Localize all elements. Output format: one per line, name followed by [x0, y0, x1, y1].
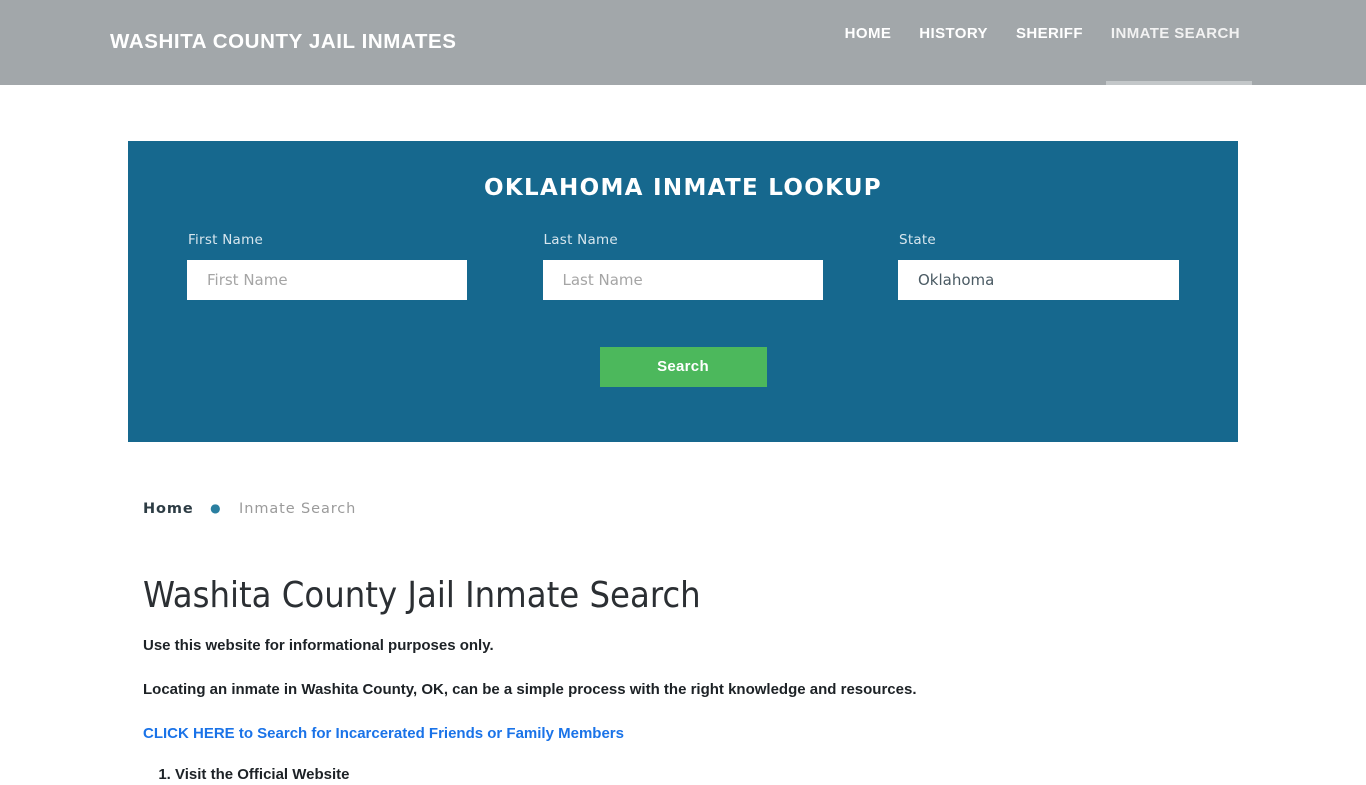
breadcrumb-home-link[interactable]: Home — [143, 501, 194, 517]
submit-row: Search — [128, 346, 1238, 387]
first-name-input[interactable] — [187, 259, 467, 300]
first-name-field-group: First Name — [187, 232, 467, 300]
search-panel-wrapper: OKLAHOMA INMATE LOOKUP First Name Last N… — [0, 85, 1366, 442]
first-name-label: First Name — [188, 232, 264, 248]
site-header: WASHITA COUNTY JAIL INMATES HOME HISTORY… — [0, 0, 1366, 85]
breadcrumb-current: Inmate Search — [239, 501, 357, 517]
search-button[interactable]: Search — [599, 346, 767, 387]
panel-title: OKLAHOMA INMATE LOOKUP — [484, 175, 882, 201]
state-field-group: State Oklahoma — [898, 232, 1179, 300]
nav-item-sheriff[interactable]: SHERIFF — [1002, 25, 1097, 85]
state-label: State — [899, 232, 936, 248]
cta-search-link[interactable]: CLICK HERE to Search for Incarcerated Fr… — [143, 701, 1238, 744]
breadcrumb: Home ● Inmate Search — [143, 502, 1238, 517]
main-content: Home ● Inmate Search Washita County Jail… — [128, 502, 1238, 785]
breadcrumb-separator-icon: ● — [210, 501, 222, 515]
inmate-lookup-panel: OKLAHOMA INMATE LOOKUP First Name Last N… — [128, 141, 1238, 442]
page-title: Washita County Jail Inmate Search — [143, 574, 701, 616]
nav-item-home[interactable]: HOME — [831, 25, 906, 85]
intro-paragraph-2: Locating an inmate in Washita County, OK… — [143, 681, 917, 699]
last-name-input[interactable] — [542, 259, 823, 300]
steps-list: Visit the Official Website — [143, 744, 1238, 785]
site-brand-logo[interactable]: WASHITA COUNTY JAIL INMATES — [110, 31, 457, 53]
last-name-field-group: Last Name — [542, 232, 823, 300]
nav-item-inmate-search[interactable]: INMATE SEARCH — [1097, 25, 1254, 85]
main-navigation: HOME HISTORY SHERIFF INMATE SEARCH — [831, 0, 1254, 85]
intro-paragraph-1: Use this website for informational purpo… — [143, 637, 494, 655]
inmate-search-form: First Name Last Name State Oklahoma — [128, 232, 1238, 300]
last-name-label: Last Name — [543, 232, 618, 248]
state-select[interactable]: Oklahoma — [898, 259, 1179, 300]
nav-item-history[interactable]: HISTORY — [905, 25, 1002, 85]
